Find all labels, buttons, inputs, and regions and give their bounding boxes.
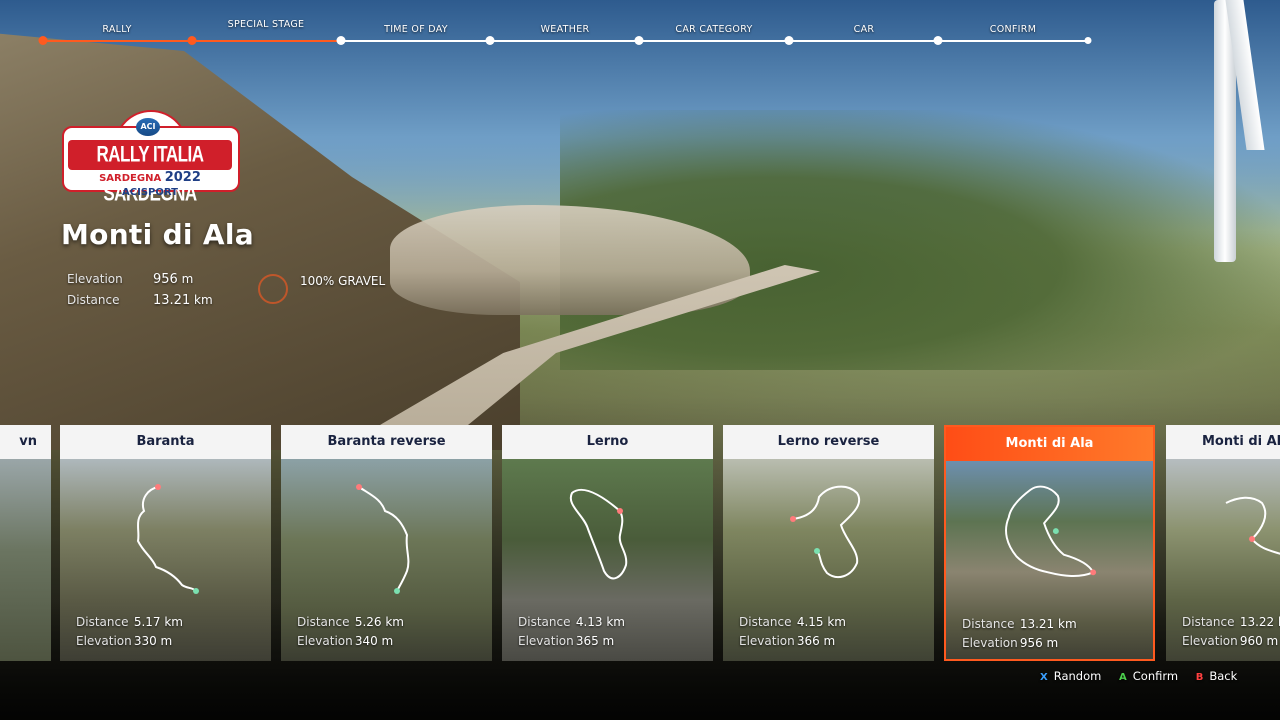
stage-title: Monti di Ala — [61, 218, 254, 251]
stage-card-stats: Distance 4.13 km Elevation 365 m — [518, 613, 625, 651]
surface-gauge-icon — [258, 274, 288, 304]
card-distance-label: Distance — [76, 615, 129, 629]
stage-card-thumbnail — [0, 459, 51, 661]
card-elevation-value: 366 m — [796, 634, 836, 648]
step-dot-car-category — [634, 36, 644, 45]
stage-carousel[interactable]: vn Baranta Distance 5.17 km Elevation 33… — [0, 425, 1280, 665]
card-distance-label: Distance — [1182, 615, 1235, 629]
card-distance-label: Distance — [297, 615, 350, 629]
stage-card-monti-di-ala-selected[interactable]: Monti di Ala Distance 13.21 km Elevation… — [944, 425, 1155, 661]
card-distance-label: Distance — [518, 615, 571, 629]
elevation-value: 956 m — [153, 272, 193, 287]
step-label-weather: WEATHER — [540, 24, 590, 35]
step-label-time-of-day: TIME OF DAY — [384, 24, 448, 35]
stage-card-stats: Distance 5.17 km Elevation 330 m — [76, 613, 183, 651]
stage-route-map-icon — [356, 484, 410, 594]
card-elevation-label: Elevation — [518, 634, 574, 648]
card-elevation-value: 365 m — [575, 634, 615, 648]
step-dot-confirm — [933, 36, 943, 45]
card-distance-value: 5.26 km — [354, 615, 404, 629]
card-distance-value: 4.15 km — [796, 615, 846, 629]
card-elevation-value: 956 m — [1019, 636, 1059, 650]
controller-prompts: X Random A Confirm B Back — [1040, 669, 1251, 683]
step-dot-car — [784, 36, 794, 45]
a-button-icon: A — [1119, 672, 1127, 683]
card-distance-value: 13.21 km — [1019, 617, 1077, 631]
back-button[interactable]: B Back — [1196, 669, 1238, 683]
card-distance-value: 4.13 km — [575, 615, 625, 629]
distance-label: Distance — [67, 293, 120, 307]
b-button-icon: B — [1195, 672, 1204, 683]
rally-italia-sardegna-logo: ACI RALLY ITALIA SARDEGNA SARDEGNA 2022 … — [62, 110, 240, 206]
stage-card-title: Monti di Ala — [1166, 425, 1280, 459]
stage-route-map-icon — [136, 484, 199, 594]
step-dot-special-stage — [187, 36, 197, 45]
confirm-label: Confirm — [1132, 669, 1179, 683]
stage-route-map-icon — [1005, 485, 1097, 577]
stage-card-partial-left[interactable]: vn — [0, 425, 51, 661]
step-dot-end — [1084, 37, 1092, 44]
stage-card-lerno[interactable]: Lerno Distance 4.13 km Elevation 365 m — [502, 425, 713, 661]
elevation-label: Elevation — [67, 272, 123, 286]
stage-card-title: vn — [0, 425, 51, 459]
random-label: Random — [1053, 669, 1102, 683]
logo-subline: SARDEGNA 2022 ACISPORT — [70, 170, 230, 199]
confirm-button[interactable]: A Confirm — [1119, 669, 1178, 683]
surface-label: 100% GRAVEL — [300, 274, 386, 288]
card-distance-label: Distance — [739, 615, 792, 629]
stage-route-map-icon — [790, 485, 860, 579]
stage-route-map-icon — [569, 488, 628, 580]
card-elevation-label: Elevation — [76, 634, 132, 648]
distance-unit: km — [194, 293, 213, 307]
stage-card-title: Lerno reverse — [723, 425, 934, 459]
stage-card-stats: Distance 13.21 km Elevation 956 m — [962, 615, 1077, 653]
stage-card-title: Lerno — [502, 425, 713, 459]
x-button-icon: X — [1040, 672, 1048, 683]
card-elevation-value: 340 m — [354, 634, 394, 648]
stage-card-lerno-reverse[interactable]: Lerno reverse Distance 4.15 km Elevation… — [723, 425, 934, 661]
step-label-confirm: CONFIRM — [989, 24, 1037, 35]
stage-card-stats: Distance 4.15 km Elevation 366 m — [739, 613, 846, 651]
logo-year: 2022 — [164, 170, 201, 185]
logo-region: SARDEGNA — [99, 173, 162, 184]
stage-route-map-icon — [1225, 496, 1280, 555]
stage-card-stats: Distance 13.22 km Elevation 960 m — [1182, 613, 1280, 651]
card-elevation-label: Elevation — [297, 634, 353, 648]
aci-emblem-icon: ACI — [136, 118, 160, 136]
stage-card-title: Baranta reverse — [281, 425, 492, 459]
card-elevation-value: 330 m — [133, 634, 173, 648]
stage-card-title: Baranta — [60, 425, 271, 459]
step-dot-weather — [485, 36, 495, 45]
random-button[interactable]: X Random — [1040, 669, 1101, 683]
logo-title: RALLY ITALIA SARDEGNA — [96, 142, 204, 206]
card-elevation-label: Elevation — [1182, 634, 1238, 648]
stage-card-baranta-reverse[interactable]: Baranta reverse Distance 5.26 km Elevati… — [281, 425, 492, 661]
distance-value: 13.21 km — [153, 293, 213, 308]
stage-card-partial-right[interactable]: Monti di Ala Distance 13.22 km Elevation… — [1166, 425, 1280, 661]
step-label-car-category: CAR CATEGORY — [675, 24, 753, 35]
back-label: Back — [1209, 669, 1238, 683]
setup-progress-stepper: RALLY SPECIAL STAGE TIME OF DAY WEATHER … — [0, 0, 1280, 60]
logo-brand: ACISPORT — [122, 187, 178, 198]
step-label-car: CAR — [853, 24, 875, 35]
card-distance-value: 5.17 km — [133, 615, 183, 629]
step-label-special-stage: SPECIAL STAGE — [227, 19, 305, 30]
stage-card-stats: Distance 5.26 km Elevation 340 m — [297, 613, 404, 651]
card-elevation-value: 960 m — [1239, 634, 1279, 648]
card-elevation-label: Elevation — [739, 634, 795, 648]
stage-card-title: Monti di Ala — [946, 427, 1153, 461]
step-dot-rally — [38, 36, 48, 45]
elevation-number: 956 — [153, 272, 178, 287]
elevation-unit: m — [181, 272, 194, 286]
card-distance-value: 13.22 km — [1239, 615, 1280, 629]
stage-card-baranta[interactable]: Baranta Distance 5.17 km Elevation 330 m — [60, 425, 271, 661]
card-distance-label: Distance — [962, 617, 1015, 631]
step-label-rally: RALLY — [102, 24, 132, 35]
step-dot-time-of-day — [336, 36, 346, 45]
distance-number: 13.21 — [153, 293, 191, 308]
card-elevation-label: Elevation — [962, 636, 1018, 650]
